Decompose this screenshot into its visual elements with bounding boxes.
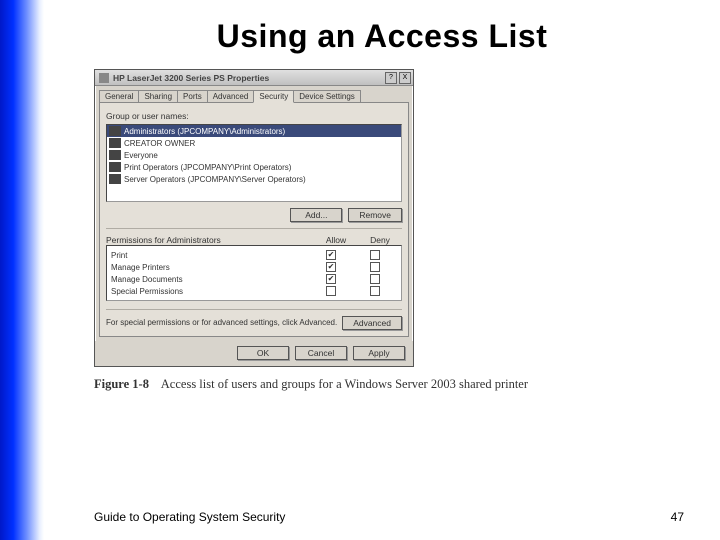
window-title: HP LaserJet 3200 Series PS Properties bbox=[113, 73, 383, 83]
permission-name: Print bbox=[111, 251, 309, 260]
close-button[interactable]: X bbox=[399, 72, 411, 84]
footer-text: Guide to Operating System Security bbox=[94, 510, 285, 524]
cancel-button[interactable]: Cancel bbox=[295, 346, 347, 360]
allow-checkbox[interactable]: ✔ bbox=[326, 262, 336, 272]
permission-name: Manage Documents bbox=[111, 275, 309, 284]
security-panel: Group or user names: Administrators (JPC… bbox=[99, 102, 409, 337]
list-item-label: Administrators (JPCOMPANY\Administrators… bbox=[124, 127, 285, 136]
list-item-label: Everyone bbox=[124, 151, 158, 160]
properties-window: HP LaserJet 3200 Series PS Properties ? … bbox=[94, 69, 414, 367]
list-item-label: CREATOR OWNER bbox=[124, 139, 195, 148]
permission-name: Special Permissions bbox=[111, 287, 309, 296]
slide-accent-bar bbox=[0, 0, 44, 540]
list-item[interactable]: CREATOR OWNER bbox=[107, 137, 401, 149]
tab-ports[interactable]: Ports bbox=[177, 90, 208, 102]
ok-button[interactable]: OK bbox=[237, 346, 289, 360]
allow-column-header: Allow bbox=[314, 235, 358, 245]
group-icon bbox=[109, 138, 121, 148]
permission-row: Print ✔ bbox=[107, 249, 401, 261]
deny-checkbox[interactable] bbox=[370, 274, 380, 284]
allow-checkbox[interactable]: ✔ bbox=[326, 250, 336, 260]
group-buttons: Add... Remove bbox=[106, 208, 402, 222]
add-button[interactable]: Add... bbox=[290, 208, 342, 222]
remove-button[interactable]: Remove bbox=[348, 208, 402, 222]
permission-name: Manage Printers bbox=[111, 263, 309, 272]
tab-advanced[interactable]: Advanced bbox=[207, 90, 255, 102]
list-item[interactable]: Server Operators (JPCOMPANY\Server Opera… bbox=[107, 173, 401, 185]
allow-checkbox[interactable] bbox=[326, 286, 336, 296]
figure-label: Figure 1-8 bbox=[94, 377, 149, 391]
permission-row: Special Permissions bbox=[107, 285, 401, 297]
tab-sharing[interactable]: Sharing bbox=[138, 90, 178, 102]
allow-checkbox[interactable]: ✔ bbox=[326, 274, 336, 284]
permission-row: Manage Documents ✔ bbox=[107, 273, 401, 285]
list-item[interactable]: Administrators (JPCOMPANY\Administrators… bbox=[107, 125, 401, 137]
list-item[interactable]: Everyone bbox=[107, 149, 401, 161]
permissions-for-label: Permissions for Administrators bbox=[106, 235, 314, 245]
group-icon bbox=[109, 174, 121, 184]
slide-title: Using an Access List bbox=[44, 18, 720, 55]
group-icon bbox=[109, 162, 121, 172]
tab-general[interactable]: General bbox=[99, 90, 139, 102]
list-item-label: Print Operators (JPCOMPANY\Print Operato… bbox=[124, 163, 291, 172]
help-button[interactable]: ? bbox=[385, 72, 397, 84]
figure-caption: Figure 1-8 Access list of users and grou… bbox=[94, 377, 720, 392]
group-list-label: Group or user names: bbox=[106, 111, 402, 121]
deny-checkbox[interactable] bbox=[370, 250, 380, 260]
dialog-buttons: OK Cancel Apply bbox=[95, 341, 413, 366]
slide-content: Using an Access List HP LaserJet 3200 Se… bbox=[44, 0, 720, 540]
advanced-button[interactable]: Advanced bbox=[342, 316, 402, 330]
group-listbox[interactable]: Administrators (JPCOMPANY\Administrators… bbox=[106, 124, 402, 202]
group-icon bbox=[109, 126, 121, 136]
deny-column-header: Deny bbox=[358, 235, 402, 245]
page-number: 47 bbox=[671, 510, 684, 524]
printer-icon bbox=[99, 73, 109, 83]
figure-area: HP LaserJet 3200 Series PS Properties ? … bbox=[44, 69, 720, 392]
apply-button[interactable]: Apply bbox=[353, 346, 405, 360]
list-item-label: Server Operators (JPCOMPANY\Server Opera… bbox=[124, 175, 306, 184]
group-icon bbox=[109, 150, 121, 160]
tab-strip: General Sharing Ports Advanced Security … bbox=[95, 86, 413, 102]
permission-row: Manage Printers ✔ bbox=[107, 261, 401, 273]
list-item[interactable]: Print Operators (JPCOMPANY\Print Operato… bbox=[107, 161, 401, 173]
titlebar[interactable]: HP LaserJet 3200 Series PS Properties ? … bbox=[95, 70, 413, 86]
permissions-header: Permissions for Administrators Allow Den… bbox=[106, 228, 402, 245]
deny-checkbox[interactable] bbox=[370, 286, 380, 296]
deny-checkbox[interactable] bbox=[370, 262, 380, 272]
slide-footer: Guide to Operating System Security 47 bbox=[94, 510, 684, 524]
permissions-list: Print ✔ Manage Printers ✔ Manage Documen… bbox=[106, 245, 402, 301]
advanced-hint: For special permissions or for advanced … bbox=[106, 318, 342, 328]
tab-security[interactable]: Security bbox=[253, 90, 294, 103]
figure-caption-text: Access list of users and groups for a Wi… bbox=[161, 377, 528, 391]
advanced-row: For special permissions or for advanced … bbox=[106, 309, 402, 330]
tab-device-settings[interactable]: Device Settings bbox=[293, 90, 361, 102]
